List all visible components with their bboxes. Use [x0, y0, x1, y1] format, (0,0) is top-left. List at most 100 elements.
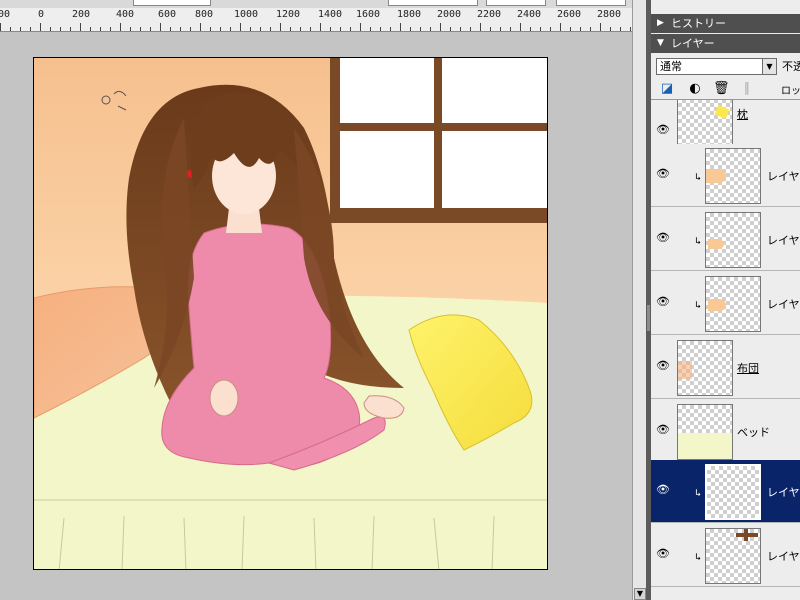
- splitter-grip[interactable]: [647, 305, 650, 331]
- vertical-scrollbar[interactable]: ▼: [632, 0, 646, 600]
- ruler-tick: [430, 27, 431, 31]
- trash-icon[interactable]: 🗑: [713, 81, 730, 97]
- ruler-label: 0: [38, 9, 45, 20]
- layer-tools-row: ◪ ◐ 🗑 ∥: [651, 78, 800, 100]
- layer-name[interactable]: 枕: [737, 106, 748, 122]
- clipping-arrow-icon: ↳: [695, 172, 702, 183]
- ruler-tick: [220, 27, 221, 31]
- ruler-tick: [410, 27, 411, 31]
- eye-icon[interactable]: 👁: [656, 168, 670, 180]
- layer-row[interactable]: 👁 ベッド: [651, 400, 800, 463]
- layers-panel-header[interactable]: ▼ レイヤー: [651, 34, 800, 53]
- ruler-tick: [170, 27, 171, 31]
- layer-name[interactable]: ベッド: [737, 424, 770, 440]
- layer-name[interactable]: レイヤー: [767, 232, 800, 248]
- ruler-tick: [560, 23, 561, 31]
- layer-row[interactable]: 👁 ↳ レイヤー: [651, 524, 800, 587]
- layer-name[interactable]: レイヤー: [767, 296, 800, 312]
- ruler-tick: [340, 27, 341, 31]
- ruler-tick: [110, 27, 111, 31]
- ruler-tick: [20, 27, 21, 31]
- ruler-label: 200: [0, 9, 11, 20]
- ruler-tick: [100, 27, 101, 31]
- horizontal-ruler: 200 0 200 400 600 800 1000 1200 1400 160…: [0, 8, 632, 32]
- layer-thumbnail: [705, 148, 761, 204]
- ruler-label: 2400: [517, 9, 542, 20]
- ruler-label: 600: [158, 9, 177, 20]
- style-select[interactable]: [388, 0, 478, 6]
- ruler-tick: [320, 23, 321, 31]
- ruler-tick: [30, 27, 31, 31]
- scroll-down-button[interactable]: ▼: [634, 588, 646, 600]
- ruler-tick: [90, 27, 91, 31]
- clipping-arrow-icon: ↳: [695, 236, 702, 247]
- eye-icon[interactable]: 👁: [656, 232, 670, 244]
- ruler-tick: [310, 27, 311, 31]
- ruler-tick: [620, 27, 621, 31]
- layer-row[interactable]: 👁 ↳ レイヤー: [651, 144, 800, 207]
- ruler-tick: [180, 27, 181, 31]
- ruler-tick: [530, 27, 531, 31]
- layer-name[interactable]: レイヤー: [767, 548, 800, 564]
- eye-icon[interactable]: 👁: [656, 424, 670, 436]
- blend-mode-value: 通常: [660, 60, 682, 73]
- eye-icon[interactable]: 👁: [656, 548, 670, 560]
- ruler-tick: [300, 27, 301, 31]
- layer-list: 👁 枕 👁 ↳ レイヤー 👁 ↳ レイヤー 👁 ↳: [651, 100, 800, 600]
- ruler-tick: [480, 23, 481, 31]
- options-field[interactable]: [486, 0, 546, 6]
- clipping-arrow-icon: ↳: [695, 300, 702, 311]
- ruler-tick: [190, 27, 191, 31]
- ruler-tick: [70, 27, 71, 31]
- layer-row-selected[interactable]: 👁 ↳ レイヤー: [651, 460, 800, 523]
- layer-thumbnail: [677, 340, 733, 396]
- layer-row[interactable]: 👁 布団: [651, 336, 800, 399]
- options-field[interactable]: [133, 0, 211, 6]
- ruler-tick: [550, 27, 551, 31]
- eye-icon[interactable]: 👁: [656, 360, 670, 372]
- ruler-tick: [570, 27, 571, 31]
- eye-icon[interactable]: 👁: [656, 124, 670, 136]
- chevron-down-icon[interactable]: ▼: [762, 59, 776, 74]
- eye-icon[interactable]: 👁: [656, 484, 670, 496]
- ruler-label: 1000: [234, 9, 259, 20]
- ruler-tick: [120, 23, 121, 31]
- layer-name[interactable]: 布団: [737, 360, 759, 376]
- layer-row[interactable]: 👁 ↳ レイヤー: [651, 272, 800, 335]
- lock-label: ロック:: [781, 86, 800, 97]
- options-field[interactable]: [556, 0, 626, 6]
- ruler-tick: [460, 27, 461, 31]
- ruler-tick: [40, 23, 41, 31]
- layer-name[interactable]: レイヤー: [767, 168, 800, 184]
- ruler-tick: [400, 23, 401, 31]
- ruler-label: 1600: [356, 9, 381, 20]
- ruler-label: 2800: [597, 9, 622, 20]
- ruler-tick: [60, 27, 61, 31]
- document-canvas[interactable]: [33, 57, 548, 570]
- layer-name[interactable]: レイヤー: [767, 484, 800, 500]
- adjustment-layer-icon[interactable]: ◐: [687, 81, 703, 97]
- layer-row[interactable]: 👁 ↳ レイヤー: [651, 208, 800, 271]
- layer-thumbnail: [705, 212, 761, 268]
- ruler-tick: [420, 27, 421, 31]
- eye-icon[interactable]: 👁: [656, 296, 670, 308]
- ruler-tick: [0, 23, 1, 31]
- ruler-label: 200: [72, 9, 91, 20]
- ruler-tick: [250, 27, 251, 31]
- ruler-tick: [510, 27, 511, 31]
- collapse-triangle-icon: ▶: [657, 18, 664, 28]
- ruler-tick: [440, 23, 441, 31]
- ruler-tick: [240, 23, 241, 31]
- ruler-tick: [370, 27, 371, 31]
- ruler-tick: [520, 23, 521, 31]
- history-panel-header[interactable]: ▶ ヒストリー: [651, 14, 800, 33]
- blend-mode-select[interactable]: 通常 ▼: [656, 58, 777, 75]
- link-icon[interactable]: ∥: [739, 81, 755, 97]
- ruler-tick: [590, 27, 591, 31]
- ruler-label: 1200: [276, 9, 301, 20]
- new-layer-icon[interactable]: ◪: [659, 81, 675, 97]
- ruler-label: 2000: [437, 9, 462, 20]
- layers-title: レイヤー: [671, 37, 715, 50]
- ruler-label: 2200: [477, 9, 502, 20]
- ruler-tick: [330, 27, 331, 31]
